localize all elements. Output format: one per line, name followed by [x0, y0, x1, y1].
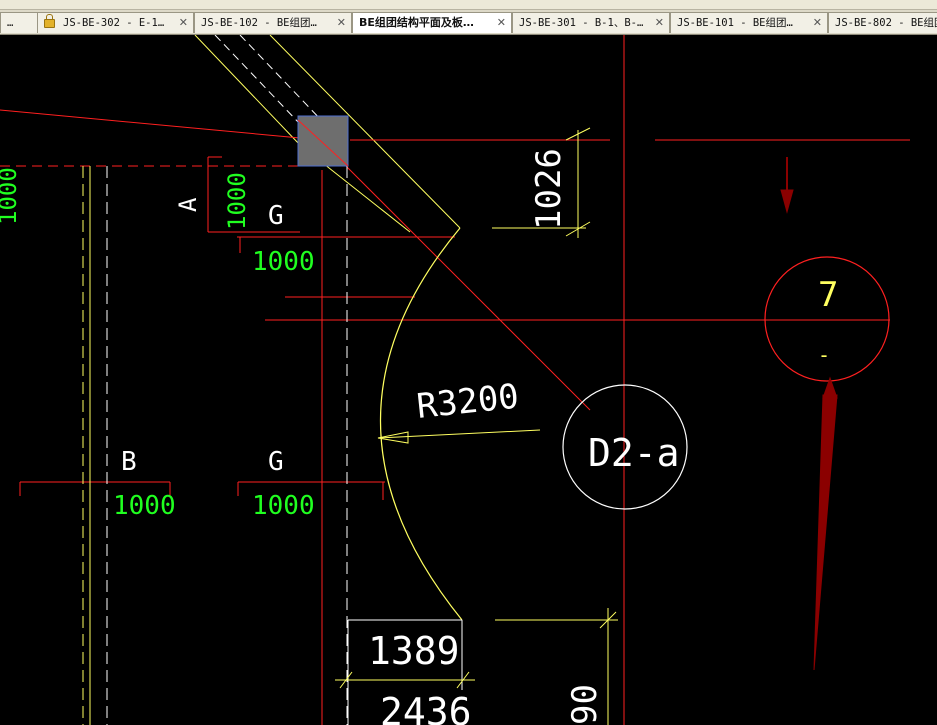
tab-label: JS-BE-802 - BE组团… — [835, 17, 937, 29]
menu-bar[interactable]: ■■■■■■■■■■■■■■ — [0, 0, 937, 10]
label-g-bottom: G — [268, 447, 284, 477]
dim-a-1000: 1000 — [223, 172, 251, 230]
tab-label: BE组团结构平面及板… — [359, 16, 474, 29]
tab-js-be-302[interactable]: JS-BE-302 - E-1… ✕ — [37, 12, 194, 33]
close-tab-icon[interactable]: ✕ — [813, 13, 822, 33]
tab-js-be-102[interactable]: JS-BE-102 - BE组团… ✕ — [194, 12, 352, 33]
label-a: A — [174, 197, 202, 212]
tab-be-structure-plan[interactable]: BE组团结构平面及板… ✕ — [352, 12, 512, 33]
dim-g-bottom-1000: 1000 — [252, 491, 315, 521]
document-tab-bar: … JS-BE-302 - E-1… ✕ JS-BE-102 - BE组团… ✕… — [0, 10, 937, 35]
lock-icon — [44, 14, 55, 28]
tab-label: … — [7, 17, 14, 29]
tab-label: JS-BE-102 - BE组团… — [201, 17, 317, 29]
radius-leader — [377, 429, 541, 444]
dim-1389-text: 1389 — [368, 629, 460, 673]
tab-js-be-802[interactable]: JS-BE-802 - BE组团… — [828, 12, 937, 33]
tab-label: JS-BE-301 - B-1、B-… — [519, 17, 644, 29]
dim-g-top-1000: 1000 — [252, 247, 315, 277]
label-b: B — [121, 447, 137, 477]
label-g-top: G — [268, 201, 284, 231]
tab-label: JS-BE-302 - E-1… — [63, 17, 165, 29]
dim-1026-text: 1026 — [529, 148, 569, 230]
red-construction-lines — [0, 35, 910, 725]
close-tab-icon[interactable]: ✕ — [497, 13, 506, 33]
detail-circle-label: D2-a — [588, 431, 680, 475]
radius-label: R3200 — [415, 376, 521, 426]
section-mark-top: 7 — [818, 275, 838, 315]
dim-b-1000: 1000 — [113, 491, 176, 521]
tab-partial-left[interactable]: … — [0, 12, 38, 33]
close-tab-icon[interactable]: ✕ — [179, 13, 188, 33]
section-mark-bottom: - — [818, 343, 830, 367]
dim-2436-lines — [335, 671, 475, 689]
left-edge-1000: 1000 — [0, 167, 22, 225]
close-tab-icon[interactable]: ✕ — [655, 13, 664, 33]
cad-drawing-canvas[interactable]: R3200 1026 A 1000 1000 G 1000 B 1000 G 1… — [0, 35, 937, 725]
tab-js-be-301[interactable]: JS-BE-301 - B-1、B-… ✕ — [512, 12, 670, 33]
dim-90-text: 90 — [565, 684, 605, 725]
dim-2436-text: 2436 — [380, 690, 472, 725]
tab-js-be-101[interactable]: JS-BE-101 - BE组团… ✕ — [670, 12, 828, 33]
dark-red-arrows — [780, 157, 838, 671]
tab-label: JS-BE-101 - BE组团… — [677, 17, 793, 29]
close-tab-icon[interactable]: ✕ — [337, 13, 346, 33]
